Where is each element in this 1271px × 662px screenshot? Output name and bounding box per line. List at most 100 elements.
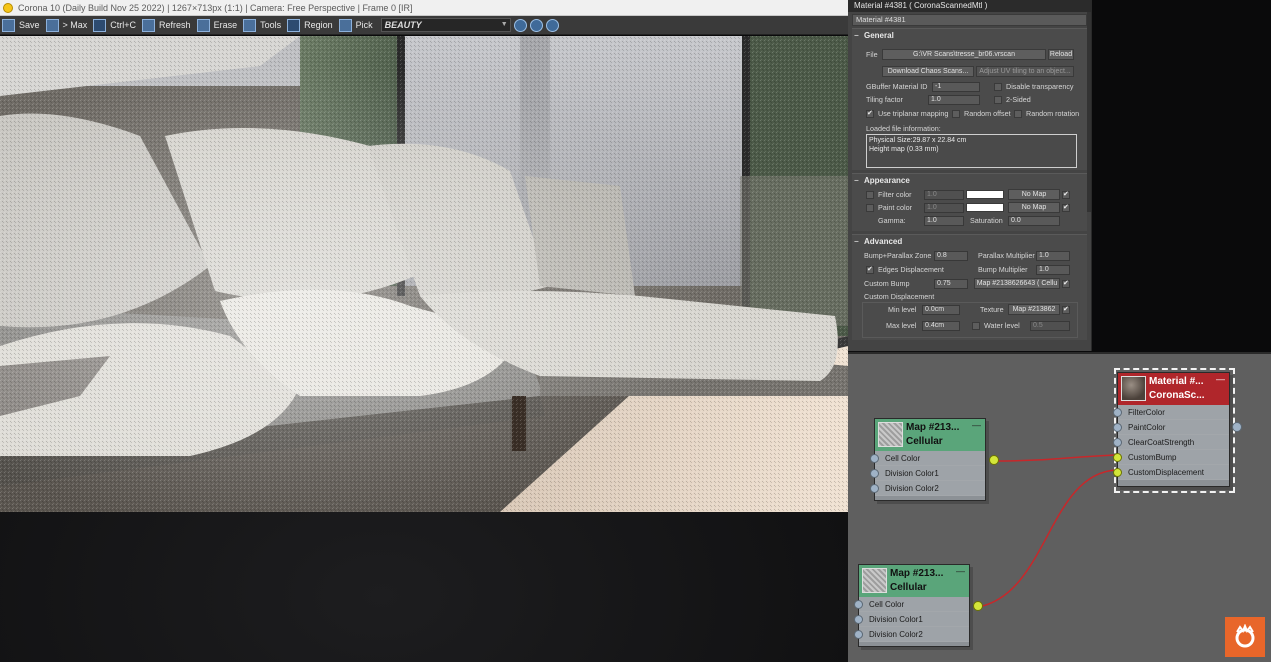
water-level-input[interactable]: 0.5 bbox=[1030, 321, 1070, 331]
material-output-socket-icon[interactable] bbox=[1232, 422, 1242, 432]
tools-button[interactable]: Tools bbox=[241, 17, 285, 34]
cellular-node-1-type: Cellular bbox=[906, 436, 943, 447]
cellular-thumbnail-icon bbox=[878, 422, 903, 447]
input-socket-icon[interactable] bbox=[870, 484, 879, 493]
minimize-icon[interactable]: — bbox=[972, 420, 981, 430]
paint-color-swatch[interactable] bbox=[966, 203, 1004, 212]
region-button[interactable]: Region bbox=[285, 17, 337, 34]
slot-filter-color[interactable]: FilterColor bbox=[1113, 405, 1229, 420]
slot-cell-color[interactable]: Cell Color bbox=[854, 597, 969, 612]
parallax-mult-input[interactable]: 1.0 bbox=[1036, 251, 1070, 261]
random-offset-checkbox[interactable] bbox=[952, 110, 960, 118]
slot-cell-color[interactable]: Cell Color bbox=[870, 451, 985, 466]
zoom-fit-icon[interactable] bbox=[545, 18, 559, 32]
minimize-icon[interactable]: — bbox=[956, 566, 965, 576]
material-node-header[interactable]: Material #... CoronaSc... — bbox=[1118, 373, 1229, 405]
max-level-input[interactable]: 0.4cm bbox=[922, 321, 960, 331]
slot-label: ClearCoatStrength bbox=[1128, 438, 1195, 447]
two-sided-checkbox[interactable] bbox=[994, 96, 1002, 104]
paint-color-checkbox[interactable] bbox=[866, 204, 874, 212]
input-socket-icon[interactable] bbox=[1113, 408, 1122, 417]
general-rollout-header[interactable]: General bbox=[852, 29, 1087, 42]
min-level-input[interactable]: 0.0cm bbox=[922, 305, 960, 315]
appearance-rollout-header[interactable]: Appearance bbox=[852, 174, 1087, 187]
slot-paint-color[interactable]: PaintColor bbox=[1113, 420, 1229, 435]
filter-color-value[interactable]: 1.0 bbox=[924, 190, 964, 200]
zoom-in-icon[interactable] bbox=[513, 18, 527, 32]
slot-custom-displacement[interactable]: CustomDisplacement bbox=[1113, 465, 1229, 480]
paint-no-map-button[interactable]: No Map bbox=[1008, 202, 1060, 213]
cellular-node-2-header[interactable]: Map #213... Cellular — bbox=[859, 565, 969, 597]
gbuffer-input[interactable]: -1 bbox=[932, 82, 980, 92]
input-socket-icon[interactable] bbox=[854, 630, 863, 639]
custom-bump-input[interactable]: 0.75 bbox=[934, 279, 968, 289]
bump-parallax-input[interactable]: 0.8 bbox=[934, 251, 968, 261]
material-node[interactable]: Material #... CoronaSc... — FilterColor … bbox=[1113, 372, 1230, 487]
custom-bump-map-button[interactable]: Map #2138626643 ( Cellu bbox=[974, 278, 1060, 289]
saturation-input[interactable]: 0.0 bbox=[1008, 216, 1060, 226]
paint-map-enable-checkbox[interactable] bbox=[1062, 203, 1070, 212]
texture-enable-checkbox[interactable] bbox=[1062, 305, 1070, 314]
filter-no-map-button[interactable]: No Map bbox=[1008, 189, 1060, 200]
input-socket-icon[interactable] bbox=[870, 454, 879, 463]
filter-color-swatch[interactable] bbox=[966, 190, 1004, 199]
wire-bump bbox=[994, 454, 1117, 462]
erase-button[interactable]: Erase bbox=[195, 17, 242, 34]
custom-bump-enable-checkbox[interactable] bbox=[1062, 279, 1070, 288]
filter-map-enable-checkbox[interactable] bbox=[1062, 190, 1070, 199]
material-name-field[interactable]: Material #4381 bbox=[852, 14, 1087, 26]
slate-node-editor[interactable]: Material #... CoronaSc... — FilterColor … bbox=[848, 352, 1271, 662]
cellular-1-output-socket-icon[interactable] bbox=[989, 455, 999, 465]
cellular-node-1[interactable]: Map #213... Cellular — Cell Color Divisi… bbox=[870, 418, 986, 501]
material-editor-scrollbar[interactable] bbox=[1087, 12, 1091, 212]
disable-transparency-checkbox[interactable] bbox=[994, 83, 1002, 91]
corona-logo-icon bbox=[3, 3, 13, 13]
save-button[interactable]: Save bbox=[0, 17, 44, 34]
slot-clearcoat-strength[interactable]: ClearCoatStrength bbox=[1113, 435, 1229, 450]
input-socket-icon[interactable] bbox=[1113, 438, 1122, 447]
input-socket-icon[interactable] bbox=[1113, 453, 1122, 462]
zoom-out-icon[interactable] bbox=[529, 18, 543, 32]
pick-button[interactable]: Pick bbox=[337, 17, 377, 34]
render-viewport[interactable] bbox=[0, 36, 848, 512]
cellular-node-1-header[interactable]: Map #213... Cellular — bbox=[875, 419, 985, 451]
render-pass-value: BEAUTY bbox=[384, 20, 422, 30]
slot-division-color1[interactable]: Division Color1 bbox=[854, 612, 969, 627]
filter-color-checkbox[interactable] bbox=[866, 191, 874, 199]
random-rotation-checkbox[interactable] bbox=[1014, 110, 1022, 118]
slot-custom-bump[interactable]: CustomBump bbox=[1113, 450, 1229, 465]
input-socket-icon[interactable] bbox=[1113, 423, 1122, 432]
file-path-button[interactable]: G:\VR Scans\tresse_br06.vrscan bbox=[882, 49, 1046, 60]
tiling-input[interactable]: 1.0 bbox=[928, 95, 980, 105]
refresh-button[interactable]: Refresh bbox=[140, 17, 195, 34]
reload-button[interactable]: Reload bbox=[1048, 49, 1074, 60]
cellular-2-output-socket-icon[interactable] bbox=[973, 601, 983, 611]
parallax-mult-label: Parallax Multiplier bbox=[978, 251, 1035, 260]
slot-division-color2[interactable]: Division Color2 bbox=[854, 627, 969, 642]
gamma-input[interactable]: 1.0 bbox=[924, 216, 964, 226]
cellular-node-2[interactable]: Map #213... Cellular — Cell Color Divisi… bbox=[854, 564, 970, 647]
render-pass-select[interactable]: BEAUTY ▼ bbox=[380, 18, 511, 32]
adjust-uv-button[interactable]: Adjust UV tiling to an object... bbox=[976, 66, 1074, 77]
advanced-rollout-header[interactable]: Advanced bbox=[852, 235, 1087, 248]
input-socket-icon[interactable] bbox=[1113, 468, 1122, 477]
water-level-checkbox[interactable] bbox=[972, 322, 980, 330]
texture-map-button[interactable]: Map #213862 bbox=[1008, 304, 1060, 315]
edges-displacement-checkbox[interactable] bbox=[866, 265, 874, 274]
bump-mult-input[interactable]: 1.0 bbox=[1036, 265, 1070, 275]
paint-color-value[interactable]: 1.0 bbox=[924, 203, 964, 213]
input-socket-icon[interactable] bbox=[870, 469, 879, 478]
slot-division-color1[interactable]: Division Color1 bbox=[870, 466, 985, 481]
input-socket-icon[interactable] bbox=[854, 615, 863, 624]
corona-badge bbox=[1225, 617, 1265, 657]
minimize-icon[interactable]: — bbox=[1216, 374, 1225, 384]
download-scans-button[interactable]: Download Chaos Scans... bbox=[882, 66, 974, 77]
to-max-button[interactable]: > Max bbox=[44, 17, 92, 34]
slot-division-color2[interactable]: Division Color2 bbox=[870, 481, 985, 496]
appearance-rollout: Appearance Filter color 1.0 No Map Paint… bbox=[852, 173, 1087, 231]
slot-label: Division Color2 bbox=[869, 630, 923, 639]
copy-button[interactable]: Ctrl+C bbox=[91, 17, 140, 34]
triplanar-checkbox[interactable] bbox=[866, 109, 874, 118]
chevron-down-icon: ▼ bbox=[500, 21, 508, 28]
input-socket-icon[interactable] bbox=[854, 600, 863, 609]
